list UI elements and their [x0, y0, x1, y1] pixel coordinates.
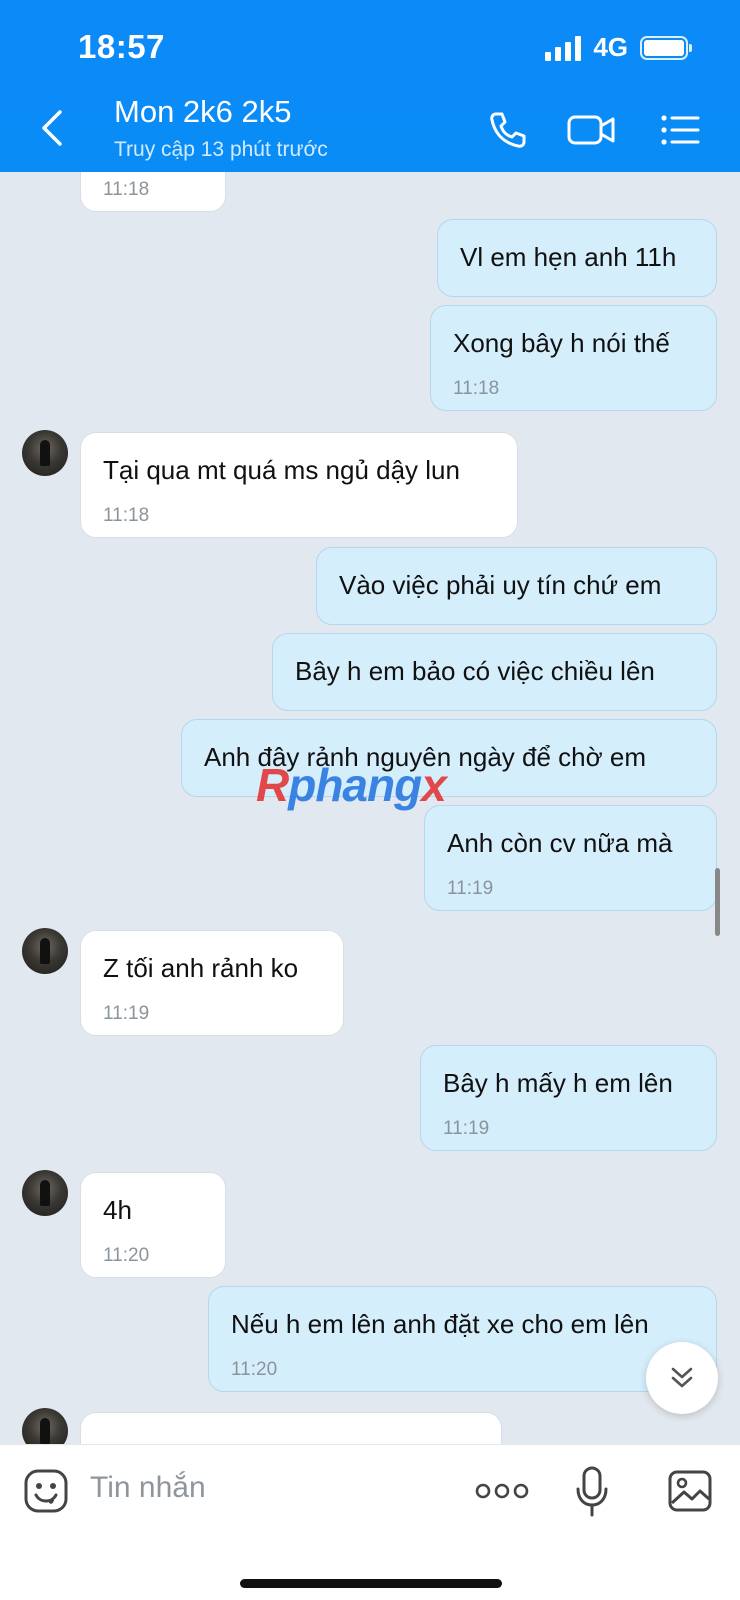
message-bubble-outgoing[interactable]: Vl em hẹn anh 11h [437, 219, 717, 297]
chevron-left-icon [42, 110, 62, 146]
video-call-button[interactable] [566, 108, 618, 152]
message-bubble-incoming[interactable]: 11:18 [80, 172, 226, 212]
watermark-part: phang [288, 759, 422, 811]
message-text: Vào việc phải uy tín chứ em [339, 570, 662, 600]
chat-title[interactable]: Mon 2k6 2k5 [114, 94, 292, 130]
battery-icon [640, 35, 692, 60]
list-menu-icon [661, 115, 700, 145]
more-options-button[interactable] [474, 1479, 530, 1503]
message-bubble-incoming[interactable] [80, 1412, 502, 1444]
message-bubble-outgoing[interactable]: Bây h mấy h em lên 11:19 [420, 1045, 717, 1151]
more-dots-icon [475, 1483, 529, 1499]
avatar[interactable] [22, 1408, 68, 1444]
image-picker-button[interactable] [666, 1467, 714, 1515]
message-text: Tại qua mt quá ms ngủ dậy lun [103, 455, 460, 485]
message-bubble-incoming[interactable]: Z tối anh rảnh ko 11:19 [80, 930, 344, 1036]
emoji-icon [24, 1469, 68, 1513]
message-bubble-outgoing[interactable]: Bây h em bảo có việc chiều lên [272, 633, 717, 711]
message-bubble-outgoing[interactable]: Nếu h em lên anh đặt xe cho em lên 11:20 [208, 1286, 717, 1392]
image-icon [668, 1470, 712, 1512]
scroll-to-bottom-button[interactable] [646, 1342, 718, 1414]
message-text: Bây h mấy h em lên [443, 1068, 673, 1098]
signal-icon [545, 35, 582, 61]
message-time: 11:20 [103, 1245, 150, 1266]
double-chevron-down-icon [671, 1367, 693, 1388]
message-text: Bây h em bảo có việc chiều lên [295, 656, 655, 686]
avatar[interactable] [22, 928, 68, 974]
message-bubble-outgoing[interactable]: Xong bây h nói thế 11:18 [430, 305, 717, 411]
scrollbar[interactable] [715, 868, 720, 936]
video-call-icon [567, 115, 615, 145]
message-text: Anh còn cv nữa mà [447, 828, 673, 858]
status-time: 18:57 [78, 28, 165, 65]
phone-icon [490, 112, 526, 148]
message-time: 11:19 [103, 1003, 150, 1024]
message-bubble-outgoing[interactable]: Anh còn cv nữa mà 11:19 [424, 805, 717, 911]
microphone-icon [576, 1466, 608, 1517]
call-button[interactable] [486, 108, 530, 152]
chat-header: 18:57 4G Mon 2k6 2k5 Truy cập 13 phút tr… [0, 0, 740, 172]
watermark-part: R [256, 759, 289, 811]
back-button[interactable] [38, 108, 68, 148]
avatar[interactable] [22, 430, 68, 476]
avatar[interactable] [22, 1170, 68, 1216]
message-text: Xong bây h nói thế [453, 328, 670, 358]
status-indicators: 4G [545, 32, 692, 63]
message-time: 11:19 [447, 878, 494, 899]
sticker-button[interactable] [22, 1467, 70, 1515]
message-composer: Tin nhắn [0, 1444, 740, 1600]
message-time: 11:18 [103, 179, 150, 200]
network-type: 4G [593, 32, 628, 62]
watermark-part: x [421, 759, 447, 811]
last-seen-status: Truy cập 13 phút trước [114, 138, 328, 161]
message-bubble-outgoing[interactable]: Vào việc phải uy tín chứ em [316, 547, 717, 625]
message-text: Z tối anh rảnh ko [103, 953, 299, 983]
voice-message-button[interactable] [574, 1465, 610, 1519]
home-indicator [240, 1579, 502, 1588]
message-text: Nếu h em lên anh đặt xe cho em lên [231, 1309, 649, 1339]
message-time: 11:19 [443, 1118, 490, 1139]
message-text: Vl em hẹn anh 11h [460, 242, 677, 272]
watermark: Rphangx [256, 758, 447, 812]
message-time: 11:18 [453, 378, 500, 399]
message-bubble-incoming[interactable]: 4h 11:20 [80, 1172, 226, 1278]
message-bubble-incoming[interactable]: Tại qua mt quá ms ngủ dậy lun 11:18 [80, 432, 518, 538]
message-time: 11:20 [231, 1359, 278, 1380]
message-input[interactable]: Tin nhắn [90, 1471, 206, 1505]
menu-button[interactable] [658, 108, 702, 152]
message-text: 4h [103, 1195, 132, 1225]
message-time: 11:18 [103, 505, 150, 526]
